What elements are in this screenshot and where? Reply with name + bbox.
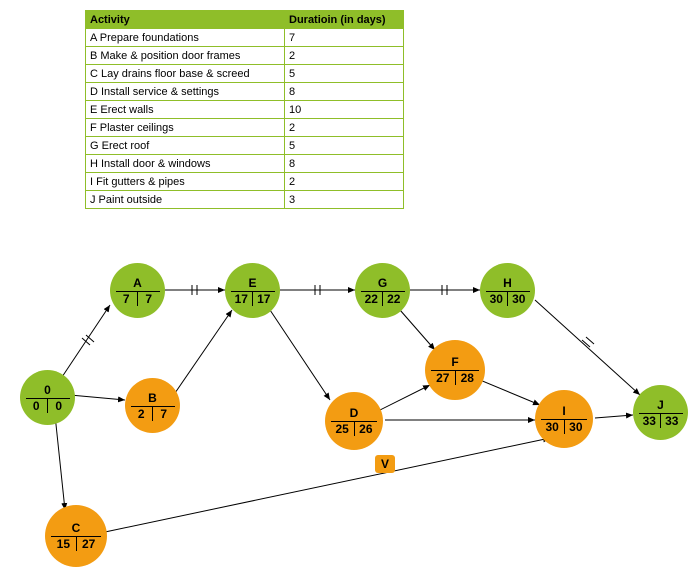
cell-activity: A Prepare foundations (86, 29, 285, 47)
cell-activity: J Paint outside (86, 191, 285, 209)
table-row: D Install service & settings8 (86, 83, 404, 101)
cell-duration: 3 (285, 191, 404, 209)
cell-duration: 8 (285, 155, 404, 173)
node-A-label: A (116, 276, 160, 292)
node-G: G 2222 (355, 263, 410, 318)
node-H: H 3030 (480, 263, 535, 318)
activity-table: Activity Duratioin (in days) A Prepare f… (85, 10, 404, 209)
table-row: A Prepare foundations7 (86, 29, 404, 47)
cell-activity: E Erect walls (86, 101, 285, 119)
table-row: G Erect roof5 (86, 137, 404, 155)
cell-activity: H Install door & windows (86, 155, 285, 173)
cell-duration: 2 (285, 173, 404, 191)
cell-duration: 7 (285, 29, 404, 47)
th-activity: Activity (86, 11, 285, 29)
cell-duration: 5 (285, 65, 404, 83)
node-F-label: F (431, 355, 479, 371)
table-row: I Fit gutters & pipes2 (86, 173, 404, 191)
node-E-label: E (231, 276, 275, 292)
cell-duration: 5 (285, 137, 404, 155)
cell-activity: I Fit gutters & pipes (86, 173, 285, 191)
cell-activity: B Make & position door frames (86, 47, 285, 65)
node-F: F 2728 (425, 340, 485, 400)
cell-duration: 10 (285, 101, 404, 119)
table-row: C Lay drains floor base & screed5 (86, 65, 404, 83)
cell-activity: G Erect roof (86, 137, 285, 155)
cell-activity: F Plaster ceilings (86, 119, 285, 137)
node-H-label: H (486, 276, 530, 292)
node-J-label: J (639, 398, 683, 414)
node-A: A 77 (110, 263, 165, 318)
node-0-label: 0 (26, 383, 70, 399)
node-D: D 2526 (325, 392, 383, 450)
node-0: 0 00 (20, 370, 75, 425)
node-G-label: G (361, 276, 405, 292)
cell-activity: C Lay drains floor base & screed (86, 65, 285, 83)
cell-duration: 2 (285, 47, 404, 65)
node-C: C 1527 (45, 505, 107, 567)
node-I-label: I (541, 404, 587, 420)
node-C-label: C (51, 521, 101, 537)
th-duration: Duratioin (in days) (285, 11, 404, 29)
table-row: B Make & position door frames2 (86, 47, 404, 65)
table-row: H Install door & windows8 (86, 155, 404, 173)
table-row: J Paint outside3 (86, 191, 404, 209)
cell-duration: 2 (285, 119, 404, 137)
cell-duration: 8 (285, 83, 404, 101)
node-B-label: B (131, 391, 175, 407)
table-row: E Erect walls10 (86, 101, 404, 119)
node-V: V (375, 455, 395, 473)
node-E: E 1717 (225, 263, 280, 318)
table-row: F Plaster ceilings2 (86, 119, 404, 137)
node-B: B 27 (125, 378, 180, 433)
node-J: J 3333 (633, 385, 688, 440)
cell-activity: D Install service & settings (86, 83, 285, 101)
node-D-label: D (331, 406, 377, 422)
node-I: I 3030 (535, 390, 593, 448)
